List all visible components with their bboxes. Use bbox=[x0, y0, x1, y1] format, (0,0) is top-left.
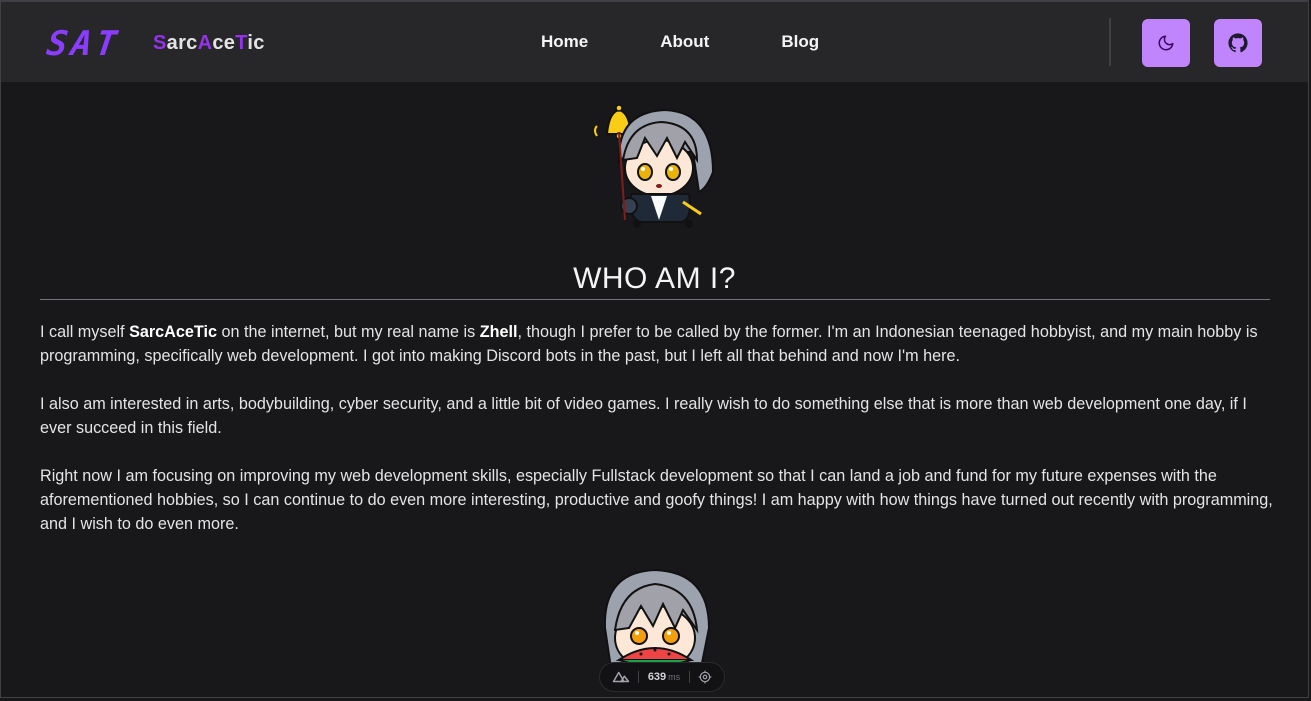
goals-paragraph: Right now I am focusing on improving my … bbox=[40, 467, 1273, 533]
github-icon bbox=[1228, 33, 1248, 53]
interests-paragraph: I also am interested in arts, bodybuildi… bbox=[40, 395, 1247, 437]
app-window: SAT SarcAceTic Home About Blog WHO AM I?… bbox=[0, 0, 1309, 698]
brand-part: ic bbox=[247, 32, 265, 54]
devtools-pill[interactable]: 639 ms bbox=[599, 662, 725, 692]
page-title: WHO AM I? bbox=[573, 262, 736, 296]
chibi-avatar-top bbox=[594, 104, 715, 228]
text-segment: on the internet, but my real name is bbox=[216, 323, 480, 341]
theme-toggle-button[interactable] bbox=[1142, 19, 1190, 67]
brand-part: arc bbox=[166, 32, 198, 54]
render-time-unit: ms bbox=[668, 672, 681, 682]
pill-separator bbox=[688, 671, 690, 683]
nav-blog-link[interactable]: Blog bbox=[781, 32, 819, 52]
pill-separator bbox=[638, 671, 640, 683]
brand-part: A bbox=[197, 32, 213, 54]
site-logo[interactable]: SAT bbox=[44, 24, 123, 64]
nickname-bold: SarcAceTic bbox=[129, 323, 217, 341]
site-header: SAT SarcAceTic Home About Blog bbox=[1, 2, 1308, 82]
nuxt-logo-icon[interactable] bbox=[612, 671, 630, 683]
nav-about-link[interactable]: About bbox=[660, 32, 709, 52]
moon-icon bbox=[1158, 35, 1174, 51]
brand-part: ce bbox=[212, 32, 236, 54]
main-nav: Home About Blog bbox=[541, 32, 891, 52]
brand-name[interactable]: SarcAceTic bbox=[153, 32, 265, 55]
nav-home-link[interactable]: Home bbox=[541, 32, 588, 52]
realname-bold: Zhell bbox=[479, 323, 518, 341]
github-button[interactable] bbox=[1214, 19, 1262, 67]
brand-part: S bbox=[153, 32, 167, 54]
render-time-value: 639 bbox=[647, 671, 667, 683]
render-time: 639 ms bbox=[648, 671, 680, 683]
intro-paragraph: I call myself SarcAceTic on the internet… bbox=[40, 320, 1276, 368]
header-divider bbox=[1109, 18, 1111, 66]
text-segment: I call myself bbox=[40, 323, 130, 341]
title-divider bbox=[40, 299, 1270, 300]
brand-part: T bbox=[235, 32, 248, 54]
inspect-target-icon[interactable] bbox=[698, 670, 712, 684]
